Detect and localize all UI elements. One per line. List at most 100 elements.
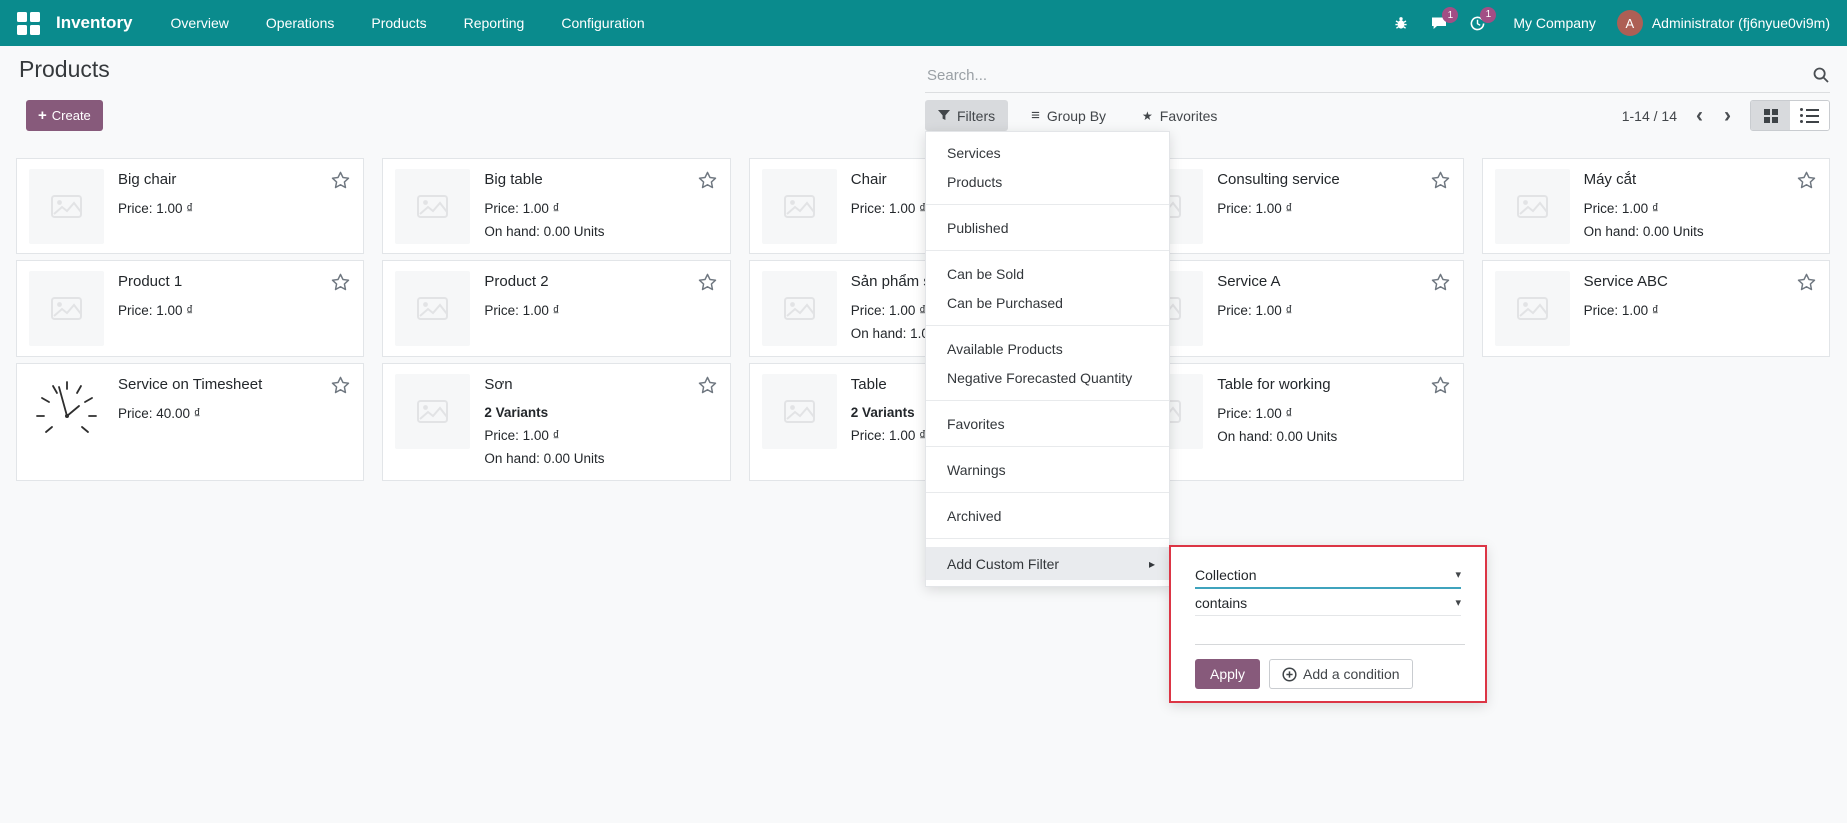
product-price: Price: 1.00 ₫: [1217, 197, 1340, 220]
product-variants: 2 Variants: [851, 402, 926, 424]
favorite-star-icon[interactable]: [330, 375, 351, 395]
nav-menu-reporting[interactable]: Reporting: [464, 15, 525, 31]
favorite-star-icon[interactable]: [697, 375, 718, 395]
filters-button[interactable]: Filters: [925, 100, 1008, 131]
product-name[interactable]: Big table: [484, 170, 604, 190]
user-name: Administrator (fj6nyue0vi9m): [1652, 15, 1830, 31]
list-view-button[interactable]: [1790, 101, 1829, 130]
product-card[interactable]: Big chair Price: 1.00 ₫: [16, 158, 364, 254]
product-name[interactable]: Máy cắt: [1584, 170, 1704, 190]
favorite-star-icon[interactable]: [697, 272, 718, 292]
filter-option-can-be-sold[interactable]: Can be Sold: [926, 259, 1169, 288]
messages-badge: 1: [1442, 7, 1458, 23]
favorite-star-icon[interactable]: [1430, 272, 1451, 292]
product-name[interactable]: Product 1: [118, 272, 193, 292]
apply-button[interactable]: Apply: [1195, 659, 1260, 689]
product-onhand: On hand: 0.00 Units: [1217, 425, 1337, 448]
product-name[interactable]: Sơn: [484, 375, 604, 395]
filter-option-available-products[interactable]: Available Products: [926, 334, 1169, 363]
filter-operator-select[interactable]: contains ▾: [1195, 590, 1461, 616]
search-input[interactable]: [925, 66, 1812, 85]
filter-field-select[interactable]: Collection ▾: [1195, 562, 1461, 589]
nav-menu-overview[interactable]: Overview: [171, 15, 229, 31]
group-by-button[interactable]: ≡ Group By: [1018, 100, 1119, 131]
product-name[interactable]: Service ABC: [1584, 272, 1668, 292]
add-condition-button[interactable]: Add a condition: [1269, 659, 1413, 689]
filter-option-published[interactable]: Published: [926, 213, 1169, 242]
product-card[interactable]: Product 2 Price: 1.00 ₫: [382, 260, 730, 357]
product-price: Price: 1.00 ₫: [484, 424, 604, 447]
kanban-view-button[interactable]: [1751, 101, 1790, 130]
product-card-body: Table for working Price: 1.00 ₫ On hand:…: [1217, 374, 1337, 470]
page-title: Products: [19, 56, 110, 83]
product-name[interactable]: Service A: [1217, 272, 1292, 292]
activities-badge: 1: [1480, 7, 1496, 23]
filter-option-favorites[interactable]: Favorites: [926, 409, 1169, 438]
favorite-star-icon[interactable]: [697, 170, 718, 190]
product-name[interactable]: Service on Timesheet: [118, 375, 262, 395]
messages-icon[interactable]: 1: [1430, 15, 1448, 31]
product-name[interactable]: Big chair: [118, 170, 193, 190]
product-name[interactable]: Chair: [851, 170, 926, 190]
add-custom-filter-item[interactable]: Add Custom Filter ▸: [926, 547, 1169, 580]
product-card[interactable]: Sơn 2 Variants Price: 1.00 ₫ On hand: 0.…: [382, 363, 730, 481]
pager-next-icon[interactable]: ›: [1722, 105, 1733, 126]
product-name[interactable]: Sản phẩm s: [851, 272, 931, 292]
filter-option-services[interactable]: Services: [926, 138, 1169, 167]
pager-prev-icon[interactable]: ‹: [1694, 105, 1705, 126]
product-card[interactable]: Máy cắt Price: 1.00 ₫ On hand: 0.00 Unit…: [1482, 158, 1830, 254]
product-image: [395, 169, 470, 244]
favorite-star-icon[interactable]: [330, 170, 351, 190]
product-card[interactable]: Service on Timesheet Price: 40.00 ₫: [16, 363, 364, 481]
view-switcher: [1750, 100, 1830, 131]
search-icon[interactable]: [1812, 66, 1830, 84]
product-price: Price: 1.00 ₫: [1217, 299, 1292, 322]
app-name[interactable]: Inventory: [56, 13, 133, 33]
nav-menu-configuration[interactable]: Configuration: [561, 15, 644, 31]
product-card-body: Table 2 Variants Price: 1.00 ₫: [851, 374, 926, 470]
product-card-body: Product 1 Price: 1.00 ₫: [118, 271, 193, 346]
favorites-button[interactable]: ★ Favorites: [1129, 100, 1230, 131]
favorite-star-icon[interactable]: [1430, 170, 1451, 190]
product-name[interactable]: Table: [851, 375, 926, 395]
menu-divider: [926, 204, 1169, 205]
avatar[interactable]: A: [1617, 10, 1643, 36]
product-card-body: Big chair Price: 1.00 ₫: [118, 169, 193, 243]
nav-menu-operations[interactable]: Operations: [266, 15, 334, 31]
product-name[interactable]: Product 2: [484, 272, 559, 292]
menu-divider: [926, 325, 1169, 326]
product-price: Price: 1.00 ₫: [851, 299, 931, 322]
submenu-arrow-icon: ▸: [1149, 557, 1155, 571]
filter-option-archived[interactable]: Archived: [926, 501, 1169, 530]
filter-option-warnings[interactable]: Warnings: [926, 455, 1169, 484]
debug-bug-icon[interactable]: [1393, 15, 1409, 31]
favorite-star-icon[interactable]: [1796, 170, 1817, 190]
create-button[interactable]: + Create: [26, 100, 103, 131]
image-placeholder-icon: [395, 169, 470, 244]
image-placeholder-icon: [762, 374, 837, 449]
apps-menu-icon[interactable]: [17, 12, 40, 35]
product-name[interactable]: Table for working: [1217, 375, 1337, 395]
filter-value-input[interactable]: [1195, 618, 1465, 645]
group-by-icon: ≡: [1031, 108, 1040, 123]
custom-filter-panel: Collection ▾ contains ▾ Apply Add a cond…: [1169, 545, 1487, 703]
activities-clock-icon[interactable]: 1: [1469, 15, 1486, 32]
clock-drawing: [29, 374, 104, 449]
filter-option-negative-forecasted-quantity[interactable]: Negative Forecasted Quantity: [926, 363, 1169, 392]
favorite-star-icon[interactable]: [1796, 272, 1817, 292]
product-card[interactable]: Big table Price: 1.00 ₫ On hand: 0.00 Un…: [382, 158, 730, 254]
product-image: [395, 271, 470, 346]
filter-option-can-be-purchased[interactable]: Can be Purchased: [926, 288, 1169, 317]
filter-option-products[interactable]: Products: [926, 167, 1169, 196]
favorite-star-icon[interactable]: [1430, 375, 1451, 395]
product-price: Price: 1.00 ₫: [118, 197, 193, 220]
product-name[interactable]: Consulting service: [1217, 170, 1340, 190]
company-switcher[interactable]: My Company: [1513, 15, 1595, 31]
favorites-star-icon: ★: [1142, 110, 1153, 122]
nav-menu-products[interactable]: Products: [371, 15, 426, 31]
favorite-star-icon[interactable]: [330, 272, 351, 292]
product-card[interactable]: Service ABC Price: 1.00 ₫: [1482, 260, 1830, 357]
product-card[interactable]: Product 1 Price: 1.00 ₫: [16, 260, 364, 357]
user-menu[interactable]: A Administrator (fj6nyue0vi9m): [1617, 10, 1830, 36]
image-placeholder-icon: [762, 271, 837, 346]
